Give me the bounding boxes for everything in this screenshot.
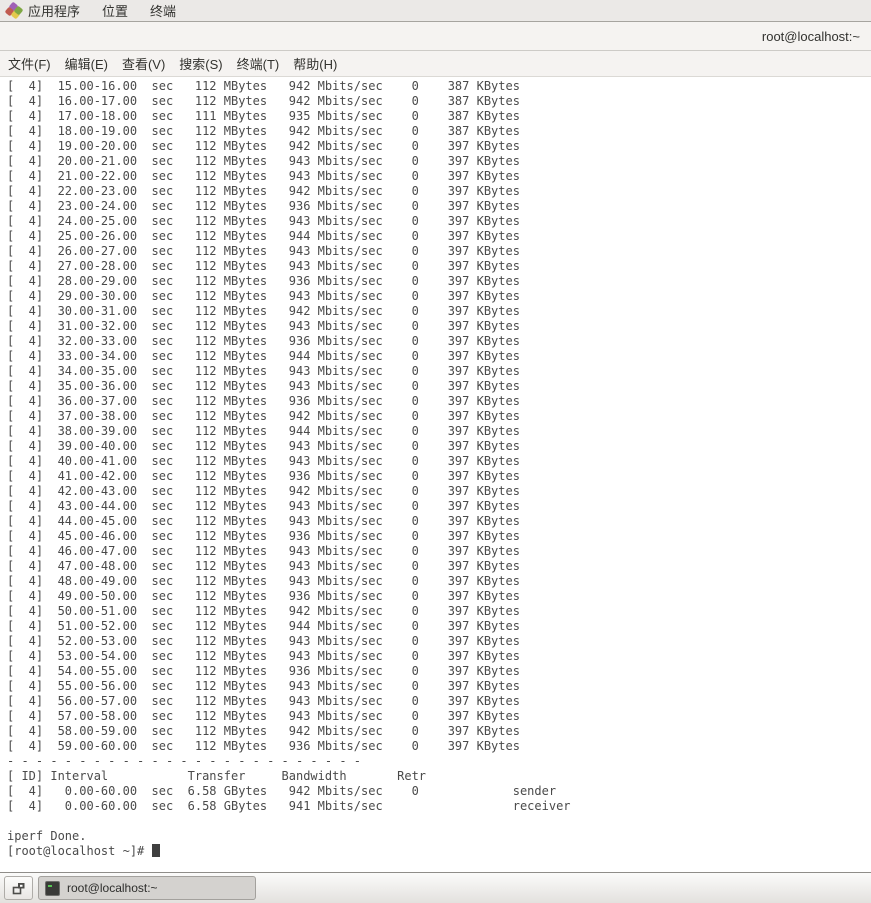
current-app-menu-label: 终端	[150, 1, 176, 20]
menu-item-help[interactable]: 帮助(H)	[286, 51, 344, 76]
window-list-icon	[11, 881, 26, 896]
places-menu[interactable]: 位置	[91, 0, 139, 21]
menu-item-edit[interactable]: 编辑(E)	[58, 51, 115, 76]
applications-menu-label: 应用程序	[28, 1, 80, 20]
menu-item-search[interactable]: 搜索(S)	[172, 51, 229, 76]
menu-item-file[interactable]: 文件(F)	[1, 51, 58, 76]
top-panel: 应用程序 位置 终端	[0, 0, 871, 22]
task-button-terminal[interactable]: root@localhost:~	[38, 876, 256, 900]
terminal-menu-bar: 文件(F) 编辑(E) 查看(V) 搜索(S) 终端(T) 帮助(H)	[0, 51, 871, 77]
terminal-screen[interactable]: [ 4] 15.00-16.00 sec 112 MBytes 942 Mbit…	[0, 77, 871, 872]
terminal-icon	[45, 881, 60, 896]
window-list-button[interactable]	[4, 876, 33, 900]
terminal-output: [ 4] 15.00-16.00 sec 112 MBytes 942 Mbit…	[7, 79, 871, 859]
menu-item-view[interactable]: 查看(V)	[115, 51, 172, 76]
terminal-cursor	[152, 844, 160, 857]
task-button-label: root@localhost:~	[67, 881, 158, 895]
places-menu-label: 位置	[102, 1, 128, 20]
window-title-bar[interactable]: root@localhost:~	[0, 22, 871, 51]
taskbar: root@localhost:~	[0, 872, 871, 903]
current-app-menu[interactable]: 终端	[139, 0, 187, 21]
applications-menu[interactable]: 应用程序	[0, 0, 91, 21]
window-title: root@localhost:~	[762, 29, 860, 44]
applications-icon	[6, 3, 22, 19]
menu-item-terminal[interactable]: 终端(T)	[230, 51, 287, 76]
